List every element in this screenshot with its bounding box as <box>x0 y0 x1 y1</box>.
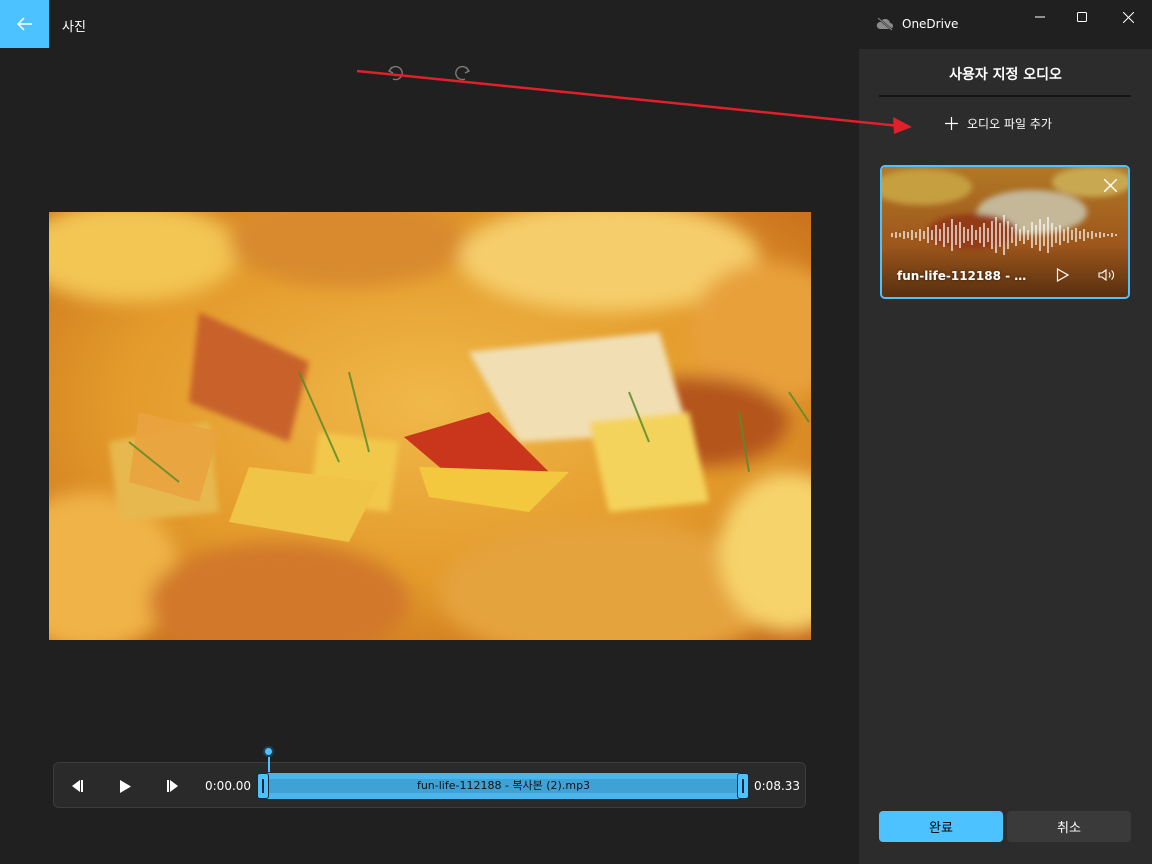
minimize-icon <box>1035 16 1045 18</box>
cloud-offline-icon <box>876 17 893 31</box>
remove-audio-button[interactable] <box>1100 175 1120 195</box>
step-forward-icon <box>167 780 178 792</box>
undo-button[interactable] <box>384 62 408 84</box>
custom-audio-panel: 사용자 지정 오디오 오디오 파일 추가 fun-life-112188 - 복… <box>859 49 1152 864</box>
step-back-icon <box>72 780 83 792</box>
timeline-bar: 0:00.00 fun-life-112188 - 복사본 (2).mp3 0:… <box>53 762 806 808</box>
close-icon <box>1103 178 1117 192</box>
maximize-button[interactable] <box>1059 0 1105 34</box>
end-time: 0:08.33 <box>754 779 801 793</box>
arrow-left-icon <box>16 17 32 31</box>
play-icon <box>120 779 131 793</box>
audio-track[interactable]: fun-life-112188 - 복사본 (2).mp3 <box>263 773 744 799</box>
redo-button[interactable] <box>450 62 474 84</box>
track-label: fun-life-112188 - 복사본 (2).mp3 <box>416 779 591 792</box>
volume-icon <box>1098 268 1114 282</box>
start-time: 0:00.00 <box>205 779 252 793</box>
back-button[interactable] <box>0 0 49 48</box>
play-outline-icon <box>1056 268 1069 282</box>
plus-icon <box>945 117 958 130</box>
redo-icon <box>455 65 471 81</box>
maximize-icon <box>1077 12 1087 22</box>
audio-volume-button[interactable] <box>1096 265 1118 285</box>
done-button[interactable]: 완료 <box>879 811 1003 842</box>
playhead-handle[interactable] <box>263 746 274 757</box>
add-audio-label: 오디오 파일 추가 <box>967 117 1052 131</box>
onedrive-status[interactable]: OneDrive <box>876 17 958 31</box>
audio-file-name: fun-life-112188 - 복... <box>897 269 1037 283</box>
next-frame-button[interactable] <box>162 775 184 797</box>
app-title: 사진 <box>62 20 86 35</box>
previous-frame-button[interactable] <box>66 775 88 797</box>
close-icon <box>1122 11 1134 23</box>
audio-play-button[interactable] <box>1052 265 1072 285</box>
minimize-button[interactable] <box>1017 0 1063 34</box>
trim-end-handle[interactable] <box>737 773 749 799</box>
close-window-button[interactable] <box>1105 0 1151 34</box>
cancel-button[interactable]: 취소 <box>1007 811 1131 842</box>
trim-start-handle[interactable] <box>257 773 269 799</box>
onedrive-label: OneDrive <box>902 17 959 31</box>
undo-icon <box>387 65 403 81</box>
photo-preview <box>49 212 811 640</box>
play-button[interactable] <box>114 775 136 797</box>
playhead-line <box>268 756 270 772</box>
audio-card[interactable]: fun-life-112188 - 복... <box>880 165 1130 299</box>
add-audio-file-button[interactable]: 오디오 파일 추가 <box>945 115 1052 132</box>
panel-title: 사용자 지정 오디오 <box>949 67 1062 83</box>
panel-divider <box>879 95 1131 97</box>
